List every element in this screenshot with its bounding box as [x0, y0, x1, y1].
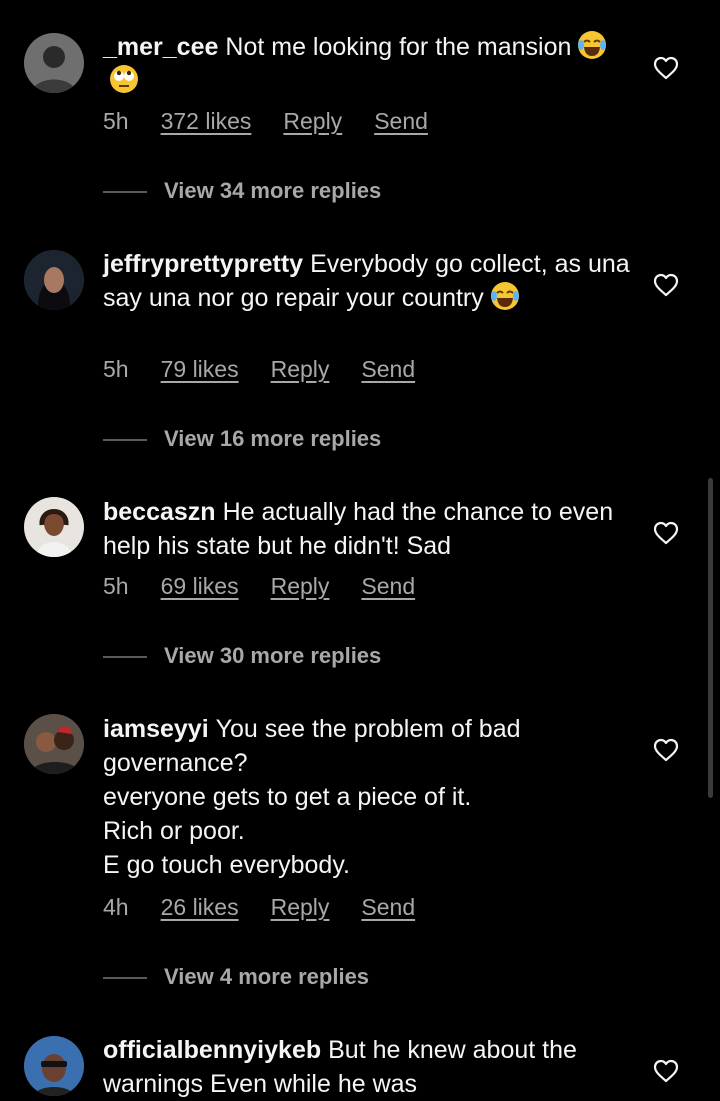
reply-button[interactable]: Reply: [283, 108, 342, 135]
comment-meta: 5h 69 likes Reply Send: [103, 573, 447, 600]
view-replies-label: View 30 more replies: [164, 643, 382, 668]
replies-divider: [103, 656, 147, 659]
avatar[interactable]: [24, 250, 84, 310]
comment-body-line: Rich or poor.: [103, 817, 245, 845]
comment-text: beccaszn He actually had the chance to ev…: [103, 495, 633, 563]
comment-username[interactable]: jeffryprettypretty: [103, 250, 303, 278]
replies-divider: [103, 439, 147, 442]
send-button[interactable]: Send: [361, 894, 415, 921]
view-replies-link[interactable]: View 34 more replies: [103, 178, 381, 204]
avatar[interactable]: [24, 33, 84, 93]
replies-divider: [103, 191, 147, 194]
heart-outline-icon[interactable]: [653, 1059, 679, 1083]
reply-button[interactable]: Reply: [271, 894, 330, 921]
comment-body: Not me looking for the mansion: [225, 33, 572, 61]
view-replies-label: View 34 more replies: [164, 178, 382, 203]
reply-button[interactable]: Reply: [271, 356, 330, 383]
reply-button[interactable]: Reply: [271, 573, 330, 600]
comment-text: iamseyyi You see the problem of bad gover…: [103, 712, 633, 882]
heart-outline-icon[interactable]: [653, 738, 679, 762]
eye-roll-emoji-icon: [110, 65, 138, 93]
comment-username[interactable]: iamseyyi: [103, 715, 209, 743]
comment-time: 4h: [103, 894, 129, 920]
heart-outline-icon[interactable]: [653, 521, 679, 545]
likes-link[interactable]: 372 likes: [161, 108, 252, 135]
likes-link[interactable]: 69 likes: [161, 573, 239, 600]
laughing-tears-emoji-icon: [490, 282, 519, 310]
replies-divider: [103, 977, 147, 980]
comment-meta: 5h 79 likes Reply Send: [103, 356, 447, 383]
likes-link[interactable]: 26 likes: [161, 894, 239, 921]
comment-username[interactable]: officialbennyiykeb: [103, 1036, 321, 1064]
view-replies-link[interactable]: View 16 more replies: [103, 426, 381, 452]
scrollbar[interactable]: [708, 478, 713, 798]
comment-time: 5h: [103, 108, 129, 134]
send-button[interactable]: Send: [361, 573, 415, 600]
comment-time: 5h: [103, 356, 129, 382]
send-button[interactable]: Send: [374, 108, 428, 135]
comment-time: 5h: [103, 573, 129, 599]
comment-username[interactable]: _mer_cee: [103, 33, 218, 61]
comment-body-line: E go touch everybody.: [103, 851, 350, 879]
likes-link[interactable]: 79 likes: [161, 356, 239, 383]
comment-text: officialbennyiykeb But he knew about the …: [103, 1033, 633, 1101]
send-button[interactable]: Send: [361, 356, 415, 383]
laughing-tears-emoji-icon: [578, 31, 607, 59]
avatar[interactable]: [24, 714, 84, 774]
heart-outline-icon[interactable]: [653, 56, 679, 80]
view-replies-link[interactable]: View 4 more replies: [103, 964, 369, 990]
avatar[interactable]: [24, 1036, 84, 1096]
view-replies-label: View 16 more replies: [164, 426, 382, 451]
comment-meta: 5h 372 likes Reply Send: [103, 108, 460, 135]
comment-text: jeffryprettypretty Everybody go collect, …: [103, 247, 633, 315]
comment-username[interactable]: beccaszn: [103, 498, 216, 526]
heart-outline-icon[interactable]: [653, 273, 679, 297]
comment-body-line: everyone gets to get a piece of it.: [103, 783, 472, 811]
view-replies-label: View 4 more replies: [164, 964, 370, 989]
comment-text: _mer_cee Not me looking for the mansion: [103, 30, 633, 98]
avatar[interactable]: [24, 497, 84, 557]
comment-meta: 4h 26 likes Reply Send: [103, 894, 447, 921]
view-replies-link[interactable]: View 30 more replies: [103, 643, 381, 669]
